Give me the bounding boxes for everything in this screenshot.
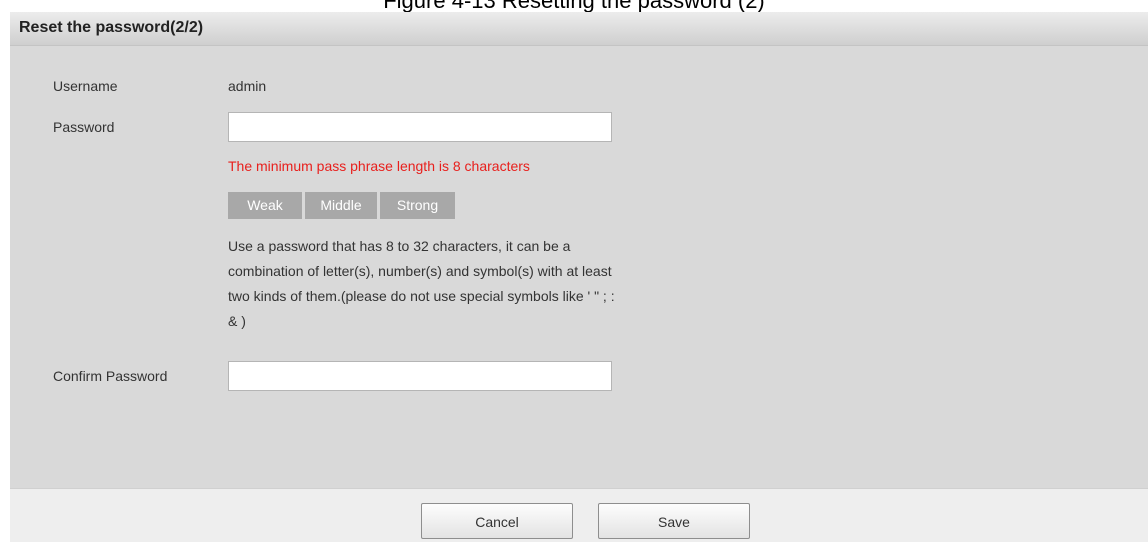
password-strength-meter: Weak Middle Strong: [228, 192, 455, 219]
save-button[interactable]: Save: [598, 503, 750, 539]
dialog-title: Reset the password(2/2): [19, 19, 204, 36]
figure-caption: Figure 4-13 Resetting the password (2): [383, 0, 765, 13]
password-rules-hint: Use a password that has 8 to 32 characte…: [228, 238, 615, 329]
cancel-button[interactable]: Cancel: [421, 503, 573, 539]
strength-weak-segment: Weak: [228, 192, 302, 219]
dialog-footer: Cancel Save: [10, 488, 1148, 542]
password-input[interactable]: [228, 112, 612, 142]
username-label: Username: [53, 78, 118, 94]
screenshot-stage: Figure 4-13 Resetting the password (2) R…: [0, 0, 1148, 542]
password-label: Password: [53, 119, 115, 135]
confirm-password-input[interactable]: [228, 361, 612, 391]
confirm-password-label: Confirm Password: [53, 368, 168, 384]
strength-strong-segment: Strong: [380, 192, 455, 219]
strength-middle-segment: Middle: [305, 192, 377, 219]
username-value: admin: [228, 78, 267, 94]
password-length-error: The minimum pass phrase length is 8 char…: [228, 158, 530, 174]
dialog-header: Reset the password(2/2): [10, 12, 1148, 46]
reset-password-dialog: Reset the password(2/2) Username admin P…: [10, 12, 1148, 542]
